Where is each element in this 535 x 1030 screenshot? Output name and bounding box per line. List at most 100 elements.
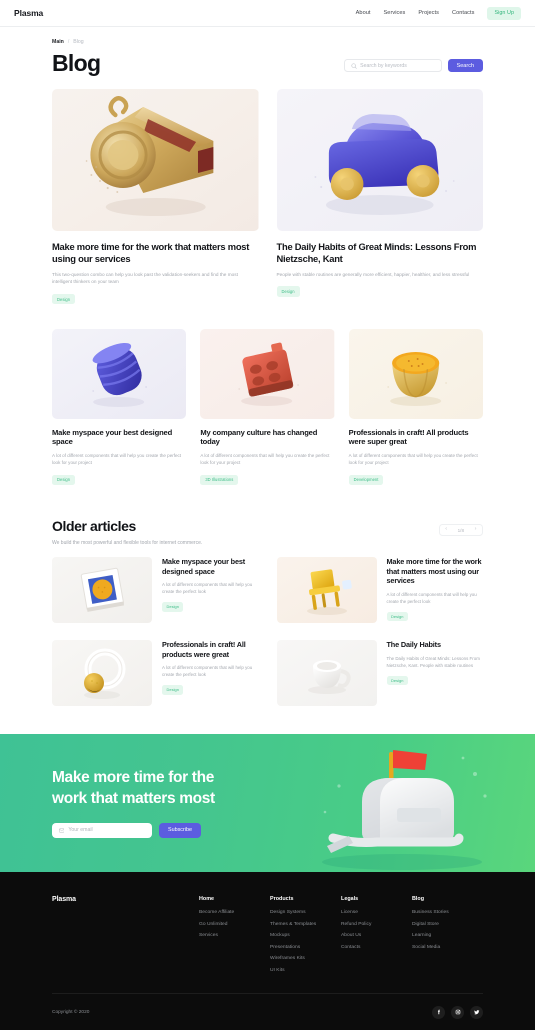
nav-item-contacts[interactable]: Contacts <box>452 10 474 16</box>
article-description: A lot of different components that will … <box>162 582 253 595</box>
footer-link[interactable]: Refund Policy <box>341 922 412 927</box>
footer-link[interactable]: About Us <box>341 933 412 938</box>
footer-link[interactable]: Become Affiliate <box>199 910 270 915</box>
facebook-link[interactable] <box>432 1005 445 1019</box>
footer-link[interactable]: Social Media <box>412 945 483 950</box>
older-articles-titles: Older articles We build the most powerfu… <box>52 518 202 546</box>
older-article-body: Make more time for the work that matters… <box>386 557 484 623</box>
instagram-icon <box>455 1009 460 1015</box>
footer-link[interactable]: Wireframes Kits <box>270 956 341 961</box>
article-thumbnail-red-block[interactable] <box>200 328 335 419</box>
footer-column-products: Products Design Systems Themes & Templat… <box>270 896 341 979</box>
footer-link[interactable]: Presentations <box>270 945 341 950</box>
secondary-article-card[interactable]: Professionals in craft! All products wer… <box>348 328 483 486</box>
footer-column-heading: Products <box>270 896 294 903</box>
article-thumbnail-ring[interactable] <box>52 640 152 707</box>
search-button[interactable]: Search <box>447 59 483 72</box>
nav-item-services[interactable]: Services <box>384 10 406 16</box>
gold-whistle-illustration <box>52 89 259 231</box>
breadcrumb-main[interactable]: Main <box>52 39 64 45</box>
older-article-item[interactable]: The Daily Habits The Daily Habits of Gre… <box>276 640 484 707</box>
article-title[interactable]: The Daily Habits <box>387 640 484 649</box>
article-title[interactable]: Professionals in craft! All products wer… <box>162 640 259 659</box>
nav-item-about[interactable]: About <box>356 10 371 16</box>
pagination-control: ‹ 1/8 › <box>438 524 483 537</box>
article-thumbnail-cup[interactable] <box>276 640 377 707</box>
article-description: A lot of different components that will … <box>52 452 182 466</box>
footer-brand[interactable]: Plasma <box>52 896 199 903</box>
blue-coil-illustration <box>52 328 187 419</box>
older-article-item[interactable]: Make more time for the work that matters… <box>276 557 484 624</box>
article-title[interactable]: My company culture has changed today <box>200 428 334 447</box>
older-article-item[interactable]: Make myspace your best designed space A … <box>52 557 259 624</box>
article-thumbnail-bowl[interactable] <box>348 328 483 419</box>
main-navigation: About Services Projects Contacts Sign Up <box>356 6 521 20</box>
white-frame-orange-dot-illustration <box>52 557 152 624</box>
email-field-wrapper[interactable] <box>52 822 152 838</box>
page-header-row: Blog Search <box>52 52 483 75</box>
article-tag[interactable]: Design <box>162 602 184 612</box>
article-title[interactable]: Professionals in craft! All products wer… <box>349 428 483 447</box>
article-tag[interactable]: Design <box>386 675 408 686</box>
article-title[interactable]: Make myspace your best designed space <box>52 428 186 447</box>
search-field-wrapper[interactable] <box>343 59 442 72</box>
article-tag[interactable]: Design <box>52 474 76 485</box>
article-title[interactable]: The Daily Habits of Great Minds: Lessons… <box>277 241 484 265</box>
article-title[interactable]: Make more time for the work that matters… <box>52 241 259 265</box>
footer-link[interactable]: Digital Store <box>412 922 483 927</box>
pagination-count: 1/8 <box>457 527 464 533</box>
article-title[interactable]: Make myspace your best designed space <box>162 557 259 576</box>
footer-link[interactable]: Contacts <box>341 945 412 950</box>
footer-link[interactable]: UI Kits <box>270 968 341 973</box>
article-title[interactable]: Make more time for the work that matters… <box>387 557 484 585</box>
article-thumbnail-coil[interactable] <box>52 328 187 419</box>
article-thumbnail-chair[interactable] <box>276 557 377 624</box>
pagination-prev-button[interactable]: ‹ <box>440 525 453 535</box>
footer-link-columns: Home Become Affiliate Go Unlimited Servi… <box>199 896 483 979</box>
article-thumbnail-car[interactable] <box>276 89 483 231</box>
article-tag[interactable]: 3D Illustrations <box>200 474 239 485</box>
blog-page: Plasma About Services Projects Contacts … <box>0 0 535 1030</box>
footer-link[interactable]: Services <box>199 933 270 938</box>
facebook-icon <box>437 1009 440 1015</box>
article-tag[interactable]: Design <box>162 685 184 695</box>
cta-headline: Make more time for the work that matters… <box>52 769 215 807</box>
footer-link[interactable]: License <box>341 910 412 915</box>
white-ring-gold-ball-illustration <box>52 640 152 707</box>
page-title: Blog <box>52 50 101 76</box>
envelope-icon <box>59 828 65 833</box>
footer-link[interactable]: Learning <box>412 933 483 938</box>
nav-item-projects[interactable]: Projects <box>418 10 439 16</box>
footer-column-legals: Legals License Refund Policy About Us Co… <box>341 896 412 979</box>
subscribe-button[interactable]: Subscribe <box>159 822 201 838</box>
article-thumbnail-whistle[interactable] <box>52 89 259 231</box>
sign-up-button[interactable]: Sign Up <box>487 6 521 20</box>
secondary-article-card[interactable]: My company culture has changed today A l… <box>200 328 335 486</box>
footer-link[interactable]: Mockups <box>270 933 341 938</box>
footer-column-heading: Legals <box>341 896 359 903</box>
instagram-link[interactable] <box>451 1005 464 1019</box>
older-article-item[interactable]: Professionals in craft! All products wer… <box>52 640 259 707</box>
footer-link[interactable]: Design Systems <box>270 910 341 915</box>
article-tag[interactable]: Design <box>52 294 76 305</box>
article-tag[interactable]: Design <box>386 611 408 622</box>
yellow-chair-illustration <box>276 557 377 624</box>
article-tag[interactable]: Design <box>276 286 300 297</box>
mailbox-illustration <box>322 750 487 871</box>
featured-article-card[interactable]: Make more time for the work that matters… <box>52 89 259 306</box>
footer-link[interactable]: Go Unlimited <box>199 922 270 927</box>
pagination-next-button[interactable]: › <box>469 525 482 535</box>
secondary-article-card[interactable]: Make myspace your best designed space A … <box>52 328 187 486</box>
footer-link[interactable]: Themes & Templates <box>270 922 341 927</box>
twitter-link[interactable] <box>470 1005 483 1019</box>
brand-logo[interactable]: Plasma <box>14 8 43 18</box>
article-thumbnail-frame[interactable] <box>52 557 152 624</box>
site-footer: Plasma Home Become Affiliate Go Unlimite… <box>0 872 535 1030</box>
article-tag[interactable]: Development <box>348 474 384 485</box>
footer-link[interactable]: Business Stories <box>412 910 483 915</box>
search-bar: Search <box>343 59 483 72</box>
breadcrumb-separator: / <box>67 39 70 45</box>
featured-article-card[interactable]: The Daily Habits of Great Minds: Lessons… <box>276 89 484 306</box>
search-input[interactable] <box>360 62 435 69</box>
email-input[interactable] <box>68 827 145 834</box>
